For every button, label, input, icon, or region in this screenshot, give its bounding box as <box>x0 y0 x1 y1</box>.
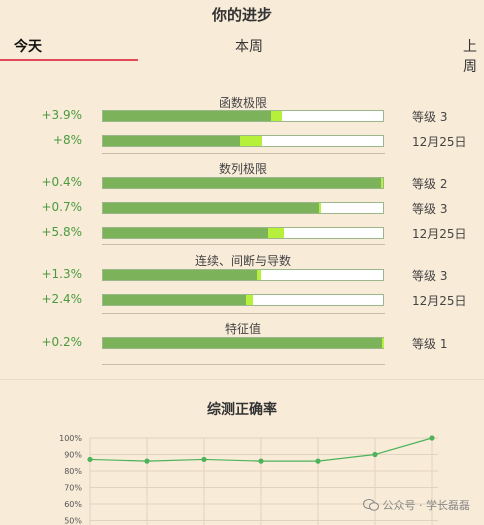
progress-bar-base <box>103 111 271 121</box>
watermark-text: 公众号 · 学长磊磊 <box>382 499 471 512</box>
section-divider <box>0 379 484 380</box>
progress-right-label: 等级 3 <box>412 202 448 216</box>
section-title: 连续、间断与导数 <box>194 254 291 268</box>
tab-active-indicator <box>0 59 138 61</box>
progress-bar-gain <box>268 228 284 238</box>
progress-bar-base <box>103 136 240 146</box>
progress-bar-gain <box>381 178 383 188</box>
progress-right-label: 等级 3 <box>412 110 448 124</box>
page-title: 你的进步 <box>211 6 272 24</box>
progress-bar-base <box>103 203 319 213</box>
tab-bar: 今天 本周 上周 <box>0 28 484 75</box>
progress-percent: +0.4% <box>41 175 82 189</box>
section-underline <box>102 313 385 314</box>
progress-bar-base <box>103 295 246 305</box>
progress-bar-base <box>103 178 381 188</box>
y-tick-label: 60% <box>64 500 82 509</box>
section-underline <box>102 244 385 245</box>
progress-bar <box>102 202 384 214</box>
progress-bar-base <box>103 228 268 238</box>
progress-bar <box>102 294 384 306</box>
y-tick-label: 100% <box>59 434 82 443</box>
section-title: 特征值 <box>224 322 261 336</box>
progress-bar-gain <box>257 270 261 280</box>
wechat-icon <box>362 499 379 511</box>
progress-right-label: 12月25日 <box>412 294 467 308</box>
progress-right-label: 等级 3 <box>412 269 448 283</box>
progress-percent: +0.7% <box>41 200 82 214</box>
progress-bar-base <box>103 270 257 280</box>
progress-bar-gain <box>246 295 253 305</box>
data-point[interactable] <box>87 456 93 463</box>
tab-today[interactable]: 今天 <box>14 36 42 56</box>
progress-percent: +8% <box>52 133 82 147</box>
watermark: 公众号 · 学长磊磊 <box>362 497 471 513</box>
progress-bar-gain <box>240 136 262 146</box>
data-point[interactable] <box>429 435 435 441</box>
progress-percent: +2.4% <box>41 292 82 306</box>
progress-bar-base <box>103 338 382 348</box>
progress-bar <box>102 177 384 189</box>
y-tick-label: 70% <box>64 484 82 493</box>
chart-title: 综测正确率 <box>207 402 277 418</box>
tab-this-week[interactable]: 本周 <box>235 36 263 56</box>
section-underline <box>102 153 385 154</box>
y-tick-label: 80% <box>64 467 82 476</box>
progress-percent: +5.8% <box>41 225 82 239</box>
section-title: 函数极限 <box>218 96 267 110</box>
progress-percent: +3.9% <box>41 108 82 122</box>
progress-right-label: 等级 2 <box>412 177 448 191</box>
progress-bar <box>102 227 384 239</box>
progress-bar <box>102 135 384 147</box>
progress-bar <box>102 269 384 281</box>
progress-right-label: 12月25日 <box>412 227 467 241</box>
data-point[interactable] <box>258 458 264 464</box>
data-point[interactable] <box>372 451 378 458</box>
y-tick-label: 50% <box>64 517 82 525</box>
progress-bar <box>102 337 384 349</box>
progress-bar-gain <box>382 338 384 348</box>
data-point[interactable] <box>201 456 207 463</box>
progress-right-label: 12月25日 <box>412 135 467 149</box>
section-title: 数列极限 <box>218 162 267 176</box>
progress-percent: +0.2% <box>41 335 82 349</box>
data-point[interactable] <box>144 458 150 464</box>
progress-bar <box>102 110 384 122</box>
section-underline <box>102 364 385 365</box>
progress-bar-gain <box>319 203 321 213</box>
progress-right-label: 等级 1 <box>412 337 448 351</box>
tab-last-week[interactable]: 上周 <box>463 36 484 76</box>
y-tick-label: 90% <box>64 451 82 460</box>
progress-percent: +1.3% <box>41 267 82 281</box>
data-point[interactable] <box>315 458 321 464</box>
progress-bar-gain <box>271 111 282 121</box>
